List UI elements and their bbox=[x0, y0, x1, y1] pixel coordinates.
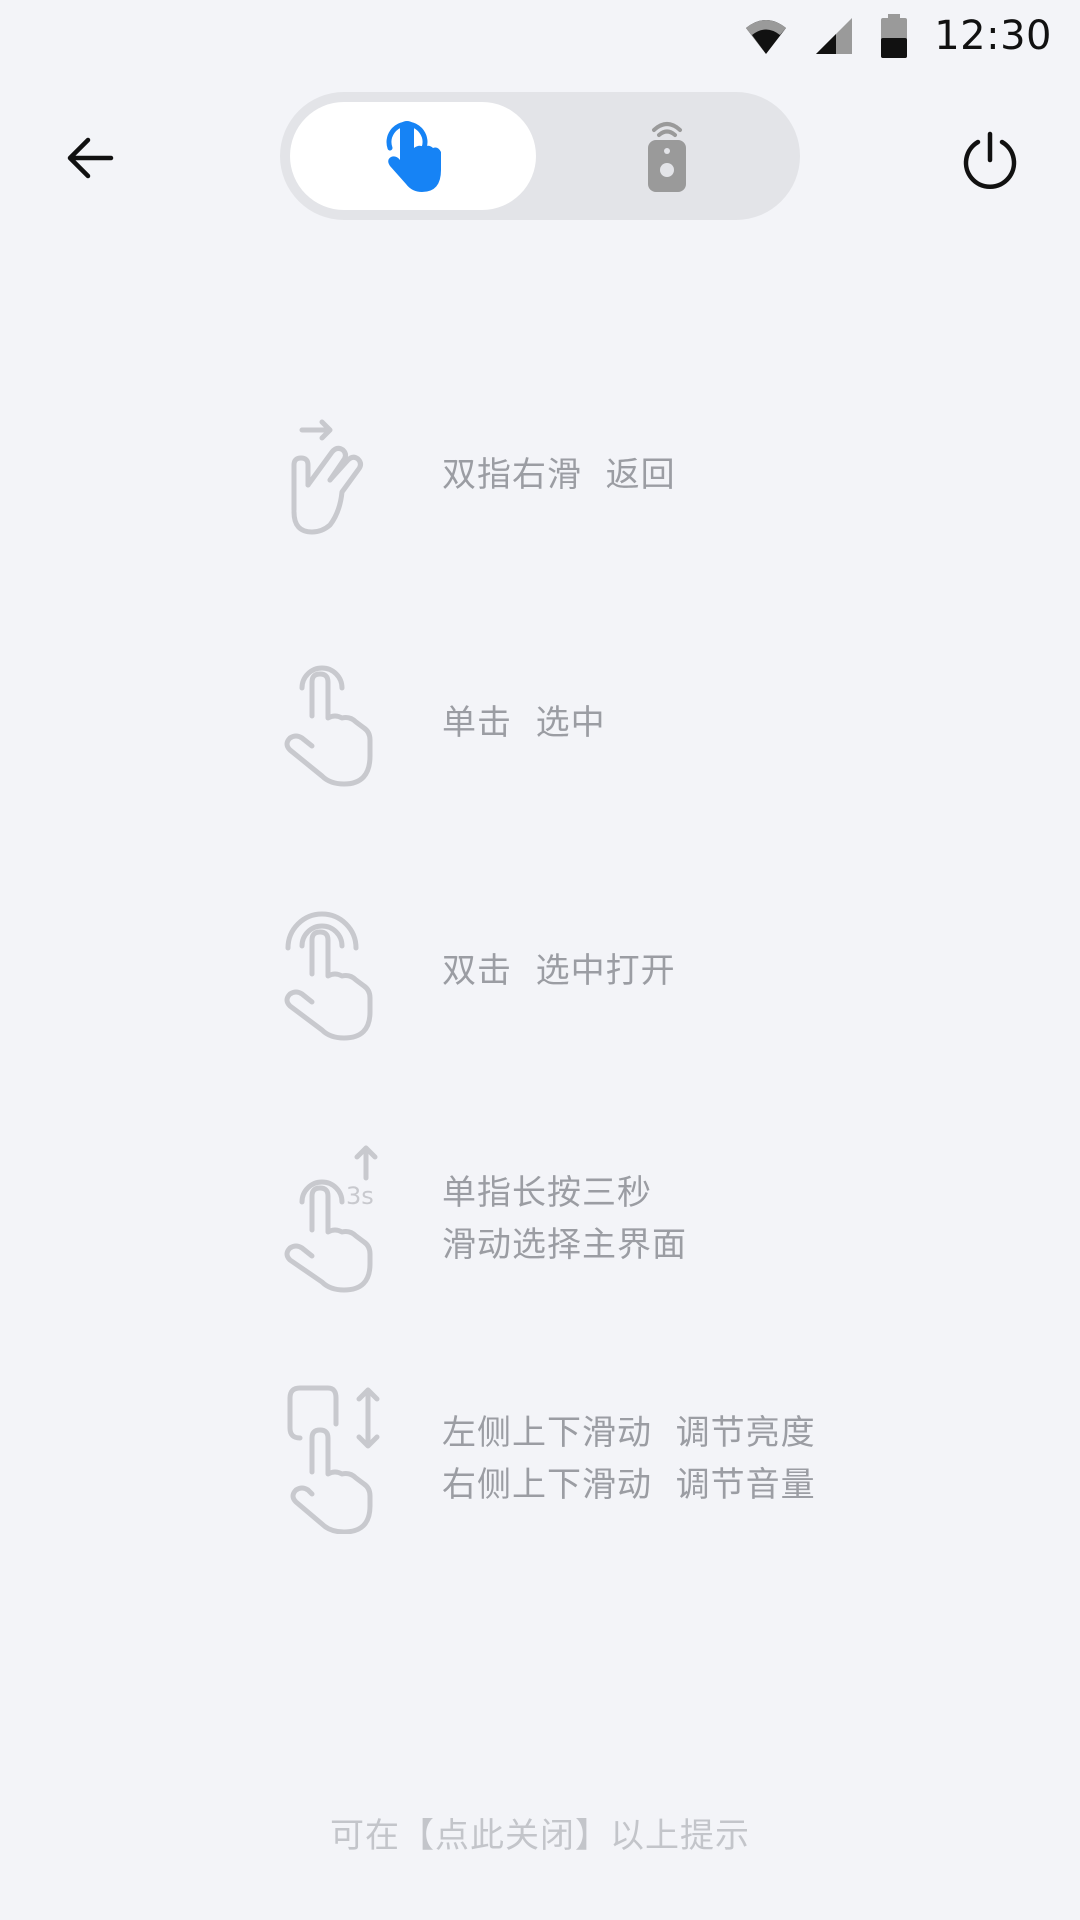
cellular-signal-icon bbox=[816, 18, 853, 54]
mode-toggle bbox=[280, 92, 800, 220]
gesture-text: 单指长按三秒 滑动选择主界面 bbox=[442, 1144, 687, 1294]
gesture-label: 左侧上下滑动 调节亮度 bbox=[442, 1413, 816, 1453]
double-tap-icon bbox=[284, 911, 373, 1041]
gesture-label: 双指右滑 返回 bbox=[442, 455, 676, 495]
toolbar bbox=[0, 88, 1080, 228]
vertical-swipe-icon bbox=[287, 1385, 380, 1534]
remote-control-icon bbox=[648, 122, 686, 192]
gesture-item-long-press: 3s 单指长按三秒 滑动选择主界面 bbox=[280, 1144, 880, 1294]
long-press-badge: 3s bbox=[346, 1182, 374, 1210]
single-tap-icon bbox=[284, 665, 373, 787]
gesture-text: 双击 选中打开 bbox=[442, 896, 676, 1046]
long-press-3s-icon: 3s bbox=[284, 1145, 378, 1293]
touch-mode-tab[interactable] bbox=[290, 102, 536, 210]
back-button[interactable] bbox=[52, 120, 128, 196]
gesture-item-swipe-back: 双指右滑 返回 bbox=[280, 400, 880, 550]
gesture-label: 双击 选中打开 bbox=[442, 951, 676, 991]
gesture-text: 单击 选中 bbox=[442, 648, 606, 798]
gesture-item-double-tap: 双击 选中打开 bbox=[280, 896, 880, 1046]
gesture-label-secondary: 右侧上下滑动 调节音量 bbox=[442, 1465, 816, 1505]
arrow-left-icon bbox=[67, 137, 114, 179]
wifi-icon bbox=[746, 20, 787, 54]
gesture-item-vertical-swipe: 左侧上下滑动 调节亮度 右侧上下滑动 调节音量 bbox=[280, 1384, 880, 1534]
close-hint-link[interactable]: 可在【点此关闭】以上提示 bbox=[0, 1808, 1080, 1857]
gesture-label: 单击 选中 bbox=[442, 703, 606, 743]
status-icons: 12:30 bbox=[744, 12, 1052, 60]
remote-mode-tab[interactable] bbox=[544, 102, 790, 210]
touch-hand-icon bbox=[386, 121, 441, 192]
status-time: 12:30 bbox=[934, 13, 1052, 59]
power-button[interactable] bbox=[948, 118, 1032, 202]
power-icon bbox=[963, 131, 1017, 189]
battery-icon bbox=[881, 14, 908, 58]
gesture-label-secondary: 滑动选择主界面 bbox=[442, 1225, 687, 1265]
two-finger-swipe-right-icon bbox=[291, 419, 363, 535]
gesture-item-single-tap: 单击 选中 bbox=[280, 648, 880, 798]
gesture-text: 左侧上下滑动 调节亮度 右侧上下滑动 调节音量 bbox=[442, 1384, 816, 1534]
gesture-text: 双指右滑 返回 bbox=[442, 400, 676, 550]
status-bar: 12:30 bbox=[0, 0, 1080, 72]
gesture-label: 单指长按三秒 bbox=[442, 1173, 652, 1213]
